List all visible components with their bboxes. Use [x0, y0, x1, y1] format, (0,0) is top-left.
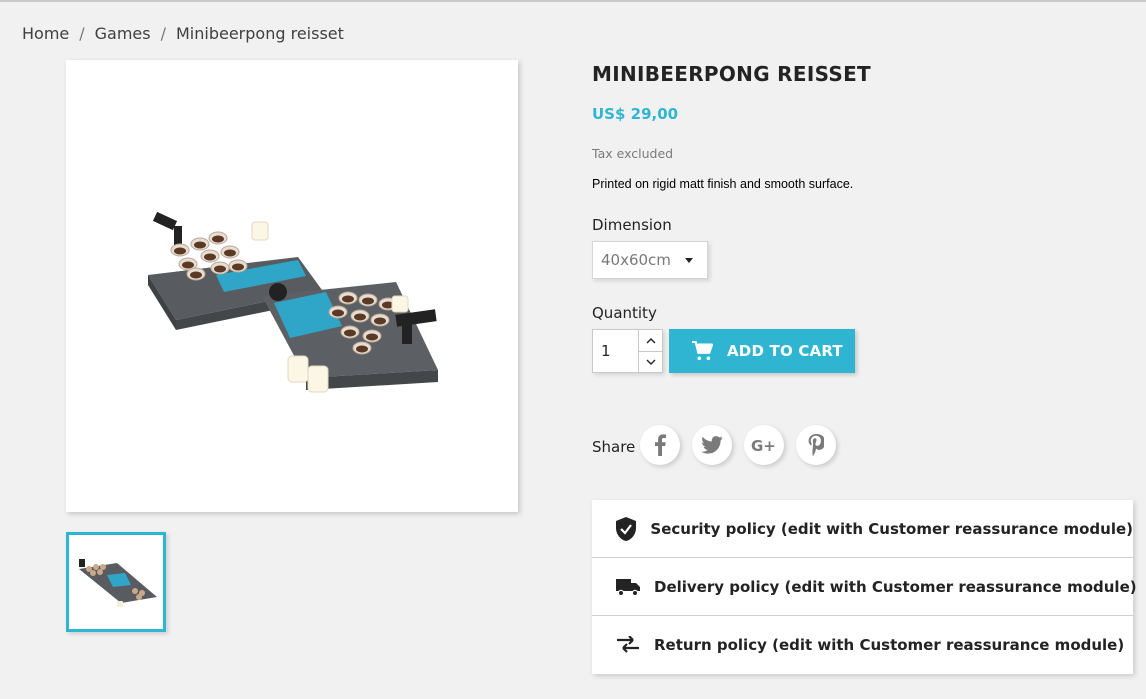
caret-down-icon [685, 258, 693, 263]
beerpong-product-illustration [148, 211, 438, 393]
quantity-increment-button[interactable] [639, 330, 662, 351]
twitter-icon [701, 436, 723, 454]
svg-text:G+: G+ [751, 437, 776, 453]
reassurance-item-security: Security policy (edit with Customer reas… [592, 500, 1133, 558]
reassurance-item-return: Return policy (edit with Customer reassu… [592, 616, 1133, 674]
quantity-spin-buttons [638, 330, 662, 372]
customer-reassurance-block: Security policy (edit with Customer reas… [592, 500, 1137, 674]
shield-icon [616, 516, 637, 541]
breadcrumb-separator: / [160, 24, 166, 43]
google-plus-share-button[interactable]: G+ [744, 425, 784, 465]
breadcrumb-separator: / [79, 24, 85, 43]
tax-note: Tax excluded [592, 146, 674, 161]
quantity-label: Quantity [592, 304, 657, 322]
pinterest-icon [808, 434, 824, 456]
cart-icon [692, 341, 713, 361]
chevron-up-icon [646, 337, 655, 343]
thumbnail-illustration [79, 559, 157, 607]
product-description: Printed on rigid matt finish and smooth … [592, 177, 854, 191]
breadcrumb-home-link[interactable]: Home [22, 24, 69, 43]
dimension-selected-value: 40x60cm [601, 251, 671, 269]
add-to-cart-label: ADD TO CART [727, 342, 843, 360]
facebook-icon [655, 434, 666, 456]
dimension-select[interactable]: 40x60cm [592, 241, 708, 279]
product-cover-image[interactable] [66, 60, 518, 512]
reassurance-text: Security policy (edit with Customer reas… [650, 519, 1133, 538]
truck-icon [616, 575, 640, 599]
add-to-cart-button[interactable]: ADD TO CART [669, 329, 855, 373]
quantity-decrement-button[interactable] [639, 351, 662, 372]
exchange-arrows-icon [616, 633, 640, 657]
pinterest-share-button[interactable] [796, 425, 836, 465]
google-plus-icon: G+ [751, 437, 776, 453]
reassurance-item-delivery: Delivery policy (edit with Customer reas… [592, 558, 1137, 616]
product-thumbnail[interactable] [66, 532, 166, 632]
top-border [0, 0, 1146, 2]
dimension-label: Dimension [592, 216, 672, 234]
breadcrumb-games-link[interactable]: Games [95, 24, 151, 43]
reassurance-text: Delivery policy (edit with Customer reas… [654, 577, 1137, 596]
chevron-down-icon [646, 359, 655, 365]
product-price: US$ 29,00 [592, 105, 679, 123]
share-label: Share [592, 438, 636, 456]
facebook-share-button[interactable] [640, 425, 680, 465]
breadcrumb-current: Minibeerpong reisset [176, 24, 344, 43]
breadcrumb: Home / Games / Minibeerpong reisset [22, 24, 344, 43]
quantity-input[interactable]: 1 [601, 342, 611, 360]
product-title: MINIBEERPONG REISSET [592, 62, 871, 86]
twitter-share-button[interactable] [692, 425, 732, 465]
reassurance-text: Return policy (edit with Customer reassu… [654, 636, 1125, 654]
quantity-stepper[interactable]: 1 [592, 329, 663, 373]
